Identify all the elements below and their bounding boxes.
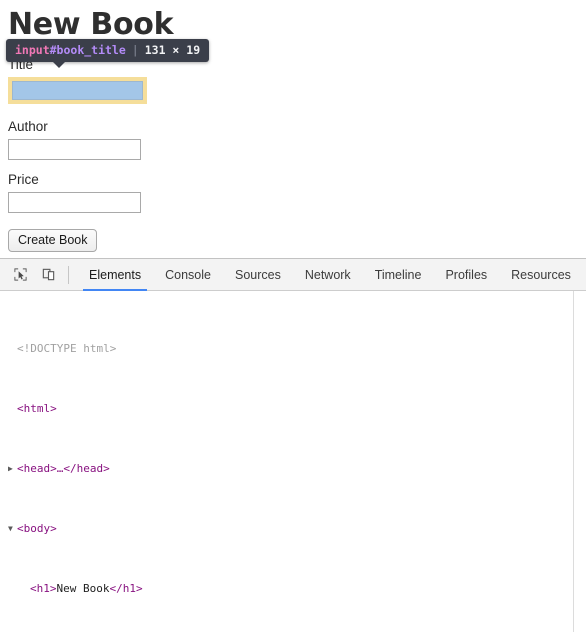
tab-elements[interactable]: Elements (77, 259, 153, 291)
label-author: Author (8, 118, 48, 134)
tooltip-pointer-arrow (52, 61, 66, 68)
tab-profiles[interactable]: Profiles (433, 259, 499, 291)
inspect-tooltip: input#book_title | 131 × 19 (6, 39, 210, 68)
create-book-button[interactable]: Create Book (8, 228, 98, 252)
price-input[interactable] (8, 191, 141, 213)
rendered-web-page: New Book Title Author Price Create Book … (0, 0, 586, 258)
tab-resources[interactable]: Resources (499, 259, 583, 291)
form-actions: Create Book (8, 213, 578, 252)
dom-row-body-open[interactable]: <body> (0, 521, 586, 536)
tooltip-separator: | (131, 43, 139, 57)
dom-row-html-open[interactable]: <html> (0, 401, 586, 416)
body-open-tag: <body> (17, 522, 57, 535)
h1-close-tag: </h1> (109, 582, 143, 595)
tab-network[interactable]: Network (293, 259, 363, 291)
tooltip-tag-name: input (15, 43, 50, 57)
label-price: Price (8, 171, 39, 187)
field-author: Author (8, 107, 578, 160)
field-price: Price (8, 160, 578, 213)
dom-row-doctype: <!DOCTYPE html> (0, 341, 586, 356)
dom-row-h1[interactable]: <h1>New Book</h1> (0, 581, 586, 596)
devtools-tab-bar: Elements Console Sources Network Timelin… (77, 259, 586, 291)
author-input[interactable] (8, 138, 141, 160)
tab-sources[interactable]: Sources (223, 259, 293, 291)
devtools-toolbar: Elements Console Sources Network Timelin… (0, 259, 586, 291)
tab-timeline[interactable]: Timeline (363, 259, 434, 291)
devtools-panel: Elements Console Sources Network Timelin… (0, 258, 586, 632)
tooltip-element-id: #book_title (49, 43, 126, 57)
body-collapse-arrow[interactable] (8, 521, 17, 536)
tab-console[interactable]: Console (153, 259, 223, 291)
panel-right-rule (573, 291, 574, 632)
tooltip-dimensions: 131 × 19 (144, 43, 201, 57)
head-expand-arrow[interactable] (8, 461, 17, 476)
dom-row-head[interactable]: <head>…</head> (0, 461, 586, 476)
title-input[interactable] (12, 80, 143, 100)
inspect-cursor-icon[interactable] (6, 262, 34, 288)
doctype-text: <!DOCTYPE html> (17, 342, 117, 355)
toolbar-divider (68, 265, 69, 284)
page-title: New Book (8, 7, 174, 42)
h1-text: New Book (56, 582, 110, 595)
html-open-tag: <html> (17, 402, 57, 415)
device-toolbar-icon[interactable] (34, 262, 62, 288)
dom-tree: <!DOCTYPE html> <html> <head>…</head> <b… (0, 291, 586, 632)
head-collapsed-tag: <head>…</head> (17, 462, 110, 475)
h1-open-tag: <h1> (30, 582, 57, 595)
highlight-overlay (8, 76, 147, 104)
